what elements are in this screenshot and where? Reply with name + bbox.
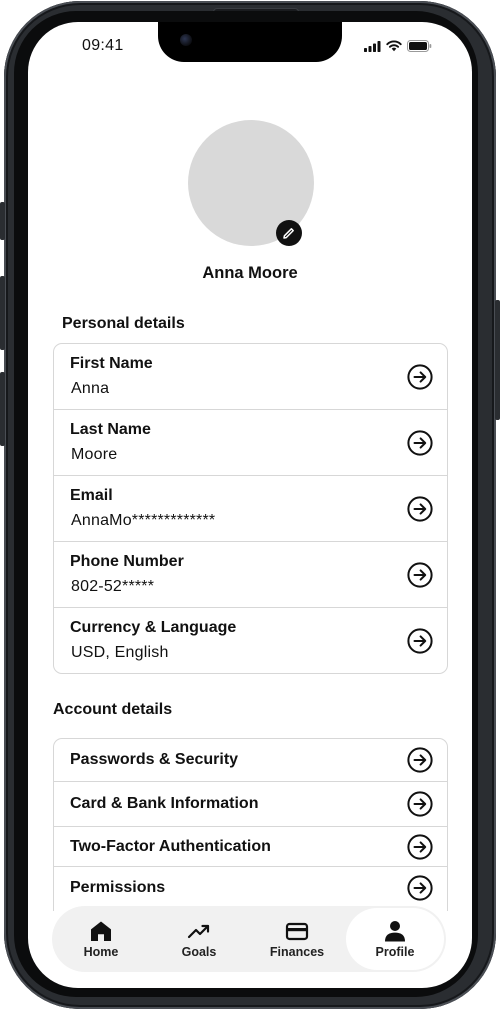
tab-finances[interactable]: Finances xyxy=(248,906,346,972)
tab-label: Profile xyxy=(375,944,415,959)
row-value: AnnaMo************* xyxy=(71,512,216,529)
row-value: Anna xyxy=(71,380,110,397)
row-label: Last Name xyxy=(70,421,151,438)
bottom-tab-bar: Home Goals Finances Profile xyxy=(52,906,446,972)
profile-name: Anna Moore xyxy=(202,264,298,282)
notch xyxy=(158,22,342,62)
tab-profile[interactable]: Profile xyxy=(346,908,444,970)
credit-card-icon xyxy=(285,922,309,940)
tab-goals[interactable]: Goals xyxy=(150,906,248,972)
two-factor-authentication-row[interactable]: Two-Factor Authentication xyxy=(54,827,447,867)
mute-switch xyxy=(0,202,5,240)
tab-home[interactable]: Home xyxy=(52,906,150,972)
last-name-row[interactable]: Last Name Moore xyxy=(54,410,447,476)
row-label: First Name xyxy=(70,355,153,372)
permissions-row[interactable]: Permissions xyxy=(54,867,447,909)
row-value: Moore xyxy=(71,446,118,463)
arrow-right-circle-icon[interactable] xyxy=(407,747,433,773)
person-icon xyxy=(385,920,405,941)
row-label: Email xyxy=(70,487,113,504)
arrow-right-circle-icon[interactable] xyxy=(407,833,433,860)
tab-label: Goals xyxy=(181,944,217,959)
arrow-right-circle-icon[interactable] xyxy=(407,791,433,817)
row-value: USD, English xyxy=(71,644,169,661)
app-screen: 09:41 Anna Moore Personal details First … xyxy=(28,22,472,988)
arrow-right-circle-icon[interactable] xyxy=(407,561,433,588)
edit-avatar-button[interactable] xyxy=(276,220,302,246)
front-camera xyxy=(180,34,192,46)
personal-details-heading: Personal details xyxy=(62,315,185,332)
email-row[interactable]: Email AnnaMo************* xyxy=(54,476,447,542)
battery-icon xyxy=(407,40,432,52)
arrow-right-circle-icon[interactable] xyxy=(407,495,433,522)
wifi-icon xyxy=(386,40,402,52)
home-icon xyxy=(91,921,111,941)
status-icons xyxy=(364,40,432,52)
card-bank-information-row[interactable]: Card & Bank Information xyxy=(54,782,447,827)
row-label: Card & Bank Information xyxy=(70,795,259,812)
passwords-security-row[interactable]: Passwords & Security xyxy=(54,739,447,782)
volume-down-button xyxy=(0,372,5,446)
phone-number-row[interactable]: Phone Number 802-52***** xyxy=(54,542,447,608)
account-details-card: Passwords & Security Card & Bank Informa… xyxy=(53,738,448,911)
row-label: Currency & Language xyxy=(70,619,237,636)
currency-language-row[interactable]: Currency & Language USD, English xyxy=(54,608,447,673)
tab-label: Home xyxy=(83,944,119,959)
trending-up-icon xyxy=(187,924,210,938)
arrow-right-circle-icon[interactable] xyxy=(407,627,433,654)
volume-up-button xyxy=(0,276,5,350)
row-label: Two-Factor Authentication xyxy=(70,837,271,855)
power-button xyxy=(495,300,500,420)
first-name-row[interactable]: First Name Anna xyxy=(54,344,447,410)
arrow-right-circle-icon[interactable] xyxy=(407,429,433,456)
personal-details-card: First Name Anna Last Name Moore Email An… xyxy=(53,343,448,674)
account-details-heading: Account details xyxy=(53,701,173,718)
row-label: Phone Number xyxy=(70,553,184,570)
tab-label: Finances xyxy=(269,944,325,959)
cellular-signal-icon xyxy=(364,40,381,52)
row-value: 802-52***** xyxy=(71,578,155,595)
row-label: Passwords & Security xyxy=(70,751,239,768)
pencil-icon xyxy=(283,228,294,239)
arrow-right-circle-icon[interactable] xyxy=(407,363,433,390)
status-time: 09:41 xyxy=(82,37,124,54)
row-label: Permissions xyxy=(70,879,166,896)
arrow-right-circle-icon[interactable] xyxy=(407,875,433,901)
